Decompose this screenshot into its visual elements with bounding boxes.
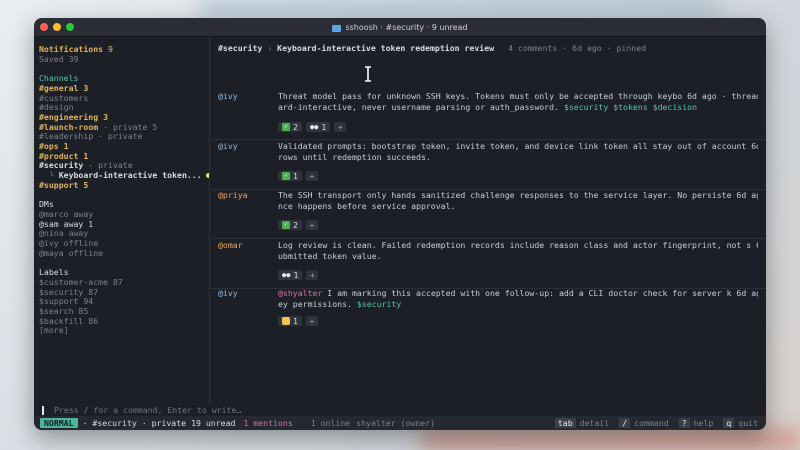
- composer[interactable]: Press / for a command, Enter to write…: [34, 403, 766, 417]
- thread-item[interactable]: └ Keyboard-interactive token...: [39, 171, 209, 181]
- add-reaction-button[interactable]: +: [334, 122, 347, 132]
- dms-header: DMs: [39, 200, 54, 210]
- sidebar-item-design[interactable]: #design: [39, 103, 209, 113]
- sidebar-item-security[interactable]: #security · private: [39, 161, 209, 171]
- dm-item-ivy[interactable]: @ivy offline: [39, 239, 209, 249]
- message-author[interactable]: @omar: [218, 240, 243, 250]
- channel-list: #general 3 #customers #design #engineering …: [39, 84, 209, 171]
- mention[interactable]: @shyalter: [278, 288, 322, 298]
- check-icon: ✓: [282, 123, 290, 131]
- close-window-button[interactable]: [40, 23, 48, 31]
- check-icon: ✓: [282, 221, 290, 229]
- message-author[interactable]: @ivy: [218, 141, 238, 151]
- sidebar-item-ops[interactable]: #ops 1: [39, 142, 209, 152]
- thread-header: #security › Keyboard-interactive token r…: [218, 43, 647, 53]
- dm-item-marco[interactable]: @marco away: [39, 210, 209, 220]
- thread-title: Keyboard-interactive token redemption re…: [277, 43, 495, 53]
- sidebar-item-engineering[interactable]: #engineering 3: [39, 113, 209, 123]
- unread-dot-icon: [205, 173, 209, 179]
- sidebar: Notifications 9 Saved 39 Channels #gener…: [34, 37, 210, 403]
- message-item[interactable]: @priya The SSH transport only hands sani…: [211, 190, 766, 239]
- channels-header: Channels: [39, 74, 79, 84]
- sidebar-item-launch-room[interactable]: #launch-room · private 5: [39, 123, 209, 133]
- dm-item-nina[interactable]: @nina away: [39, 229, 209, 239]
- key-help[interactable]: ?: [678, 418, 690, 428]
- thumbs-up-icon: [282, 317, 290, 325]
- eyes-icon: ●●: [309, 123, 319, 131]
- terminal-window: sshoosh · #security · 9 unread Notificat…: [34, 18, 766, 430]
- thread-meta: 4 comments · 6d ago · pinned: [508, 43, 647, 53]
- status-user: shyalter (owner): [356, 418, 436, 428]
- message-item[interactable]: @ivy @shyalter I am marking this accepte…: [211, 288, 766, 332]
- sidebar-item-product[interactable]: #product 1: [39, 152, 209, 162]
- message-body: Validated prompts: bootstrap token, invi…: [278, 141, 758, 162]
- thread-channel[interactable]: #security: [218, 43, 262, 53]
- sidebar-item-customers[interactable]: #customers: [39, 94, 209, 104]
- status-online: 1 online: [310, 418, 351, 428]
- title-bar: sshoosh · #security · 9 unread: [34, 18, 766, 37]
- reaction-eyes[interactable]: ●● 1: [278, 270, 303, 280]
- message-body: The SSH transport only hands sanitized c…: [278, 190, 758, 211]
- labels-header: Labels: [39, 268, 69, 278]
- check-icon: ✓: [282, 172, 290, 180]
- message-item[interactable]: @ivy Validated prompts: bootstrap token,…: [211, 141, 766, 190]
- sidebar-item-general[interactable]: #general 3: [39, 84, 209, 94]
- status-bar: NORMAL · #security · private 19 unread 1…: [34, 416, 766, 430]
- zoom-window-button[interactable]: [66, 23, 74, 31]
- message-item[interactable]: @omar Log review is clean. Failed redemp…: [211, 240, 766, 289]
- message-body: Threat model pass for unknown SSH keys. …: [278, 91, 758, 112]
- reaction-check[interactable]: ✓ 2: [278, 122, 302, 132]
- mode-indicator: NORMAL: [40, 418, 78, 428]
- message-author[interactable]: @priya: [218, 190, 248, 200]
- composer-placeholder: Press / for a command, Enter to write…: [54, 405, 242, 415]
- thread-pane: #security › Keyboard-interactive token r…: [211, 37, 766, 403]
- status-unread: 19 unread: [191, 418, 236, 428]
- label-item[interactable]: $security 87: [39, 288, 209, 298]
- message-item[interactable]: @ivy Threat model pass for unknown SSH k…: [211, 91, 766, 140]
- key-tab[interactable]: tab: [554, 418, 576, 428]
- dm-item-maya[interactable]: @maya offline: [39, 249, 209, 259]
- eyes-icon: ●●: [282, 271, 291, 279]
- sidebar-item-leadership[interactable]: #leadership · private: [39, 132, 209, 142]
- add-reaction-button[interactable]: +: [305, 171, 318, 181]
- key-quit[interactable]: q: [723, 418, 735, 428]
- status-channel: · #security · private: [82, 418, 187, 428]
- label-item[interactable]: $search 85: [39, 307, 209, 317]
- reaction-eyes[interactable]: ●● 1: [305, 122, 331, 132]
- saved-item[interactable]: Saved 39: [39, 55, 209, 65]
- add-reaction-button[interactable]: +: [305, 220, 318, 230]
- dm-item-sam[interactable]: @sam away 1: [39, 220, 209, 230]
- minimize-window-button[interactable]: [53, 23, 61, 31]
- key-command[interactable]: /: [619, 418, 631, 428]
- label-item[interactable]: $backfill 86: [39, 317, 209, 327]
- message-author[interactable]: @ivy: [218, 288, 238, 298]
- notifications-item[interactable]: Notifications 9: [39, 45, 209, 55]
- reaction-thumbs-up[interactable]: 1: [278, 316, 302, 326]
- add-reaction-button[interactable]: +: [305, 316, 318, 326]
- window-title: sshoosh · #security · 9 unread: [345, 22, 468, 32]
- message-body: Log review is clean. Failed redemption r…: [278, 240, 758, 261]
- sidebar-item-support[interactable]: #support 5: [39, 181, 209, 191]
- message-body: @shyalter I am marking this accepted wit…: [278, 288, 758, 309]
- add-reaction-button[interactable]: +: [306, 270, 319, 280]
- reaction-check[interactable]: ✓ 1: [278, 171, 302, 181]
- text-cursor-icon: [365, 66, 371, 82]
- reaction-check[interactable]: ✓ 2: [278, 220, 302, 230]
- input-caret: [42, 405, 44, 415]
- folder-icon: [332, 24, 342, 32]
- label-item[interactable]: $customer-acme 87: [39, 278, 209, 288]
- message-author[interactable]: @ivy: [218, 91, 238, 101]
- label-item[interactable]: $support 94: [39, 297, 209, 307]
- labels-more-link[interactable]: [more]: [39, 326, 209, 336]
- status-mentions[interactable]: 1 mentions: [243, 418, 292, 428]
